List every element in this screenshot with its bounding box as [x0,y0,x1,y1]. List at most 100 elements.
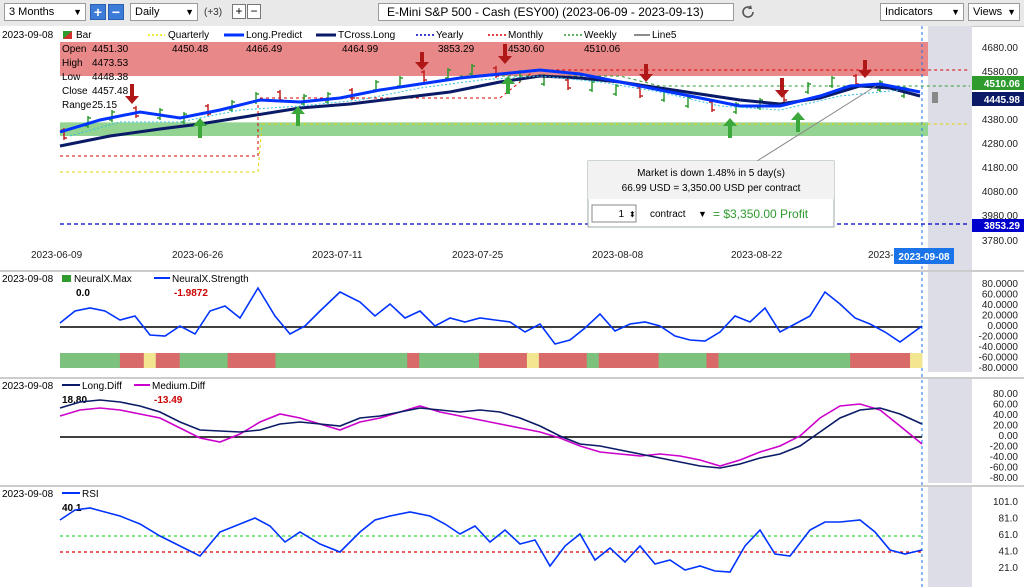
y-tick-label: 4180.00 [982,163,1019,174]
rsi-date: 2023-09-08 [2,489,54,500]
chevron-down-icon: ▼ [1007,7,1016,17]
ohlc-value: 25.15 [92,100,117,111]
contract-qty-value: 1 [618,209,624,220]
legend-label: TCross.Long [338,30,395,41]
toolbar: 3 Months ▼ + − Daily ▼ (+3) + − E-Mini S… [0,0,1024,27]
ohlc-label: Close [62,86,88,97]
period-value: 3 Months [9,6,55,18]
ohlc-value: 4473.53 [92,58,129,69]
y-tick-label: 80.00 [993,389,1018,400]
y-tick-label: 40.0000 [982,300,1019,311]
y-tick-label: -20.00 [990,442,1019,453]
chart-area[interactable]: 4680.004580.004480.004380.004280.004180.… [0,26,1024,587]
legend-label: NeuralX.Max [74,274,132,285]
y-tick-label: -40.00 [990,452,1019,463]
legend-label: NeuralX.Strength [172,274,249,285]
y-tick-label: 101.0 [993,497,1018,508]
legend-value: 4464.99 [342,44,379,55]
y-tick-label: 61.0 [999,530,1019,541]
remove-button[interactable]: − [247,4,261,19]
last-price-tag: 4445.98 [984,95,1021,106]
ohlc-label: Open [62,44,86,55]
price-panel[interactable]: 4680.004580.004480.004380.004280.004180.… [0,26,1024,587]
chevron-down-icon: ▼ [185,7,194,17]
ohlc-label: High [62,58,83,69]
legend-value: 0.0 [76,288,90,299]
y-tick-label: 4380.00 [982,115,1019,126]
chevron-down-icon: ▼ [951,7,960,17]
diff-y-axis: 80.0060.0040.0020.000.00-20.00-40.00-60.… [990,389,1019,484]
tooltip-line1: Market is down 1.48% in 5 day(s) [637,168,785,179]
legend-label: Quarterly [168,30,209,41]
legend-value: 4510.06 [584,44,621,55]
ohlc-value: 4451.30 [92,44,129,55]
spin-icon[interactable]: ⬍ [629,210,636,219]
symbol-title: E-Mini S&P 500 - Cash (ESY00) (2023-06-0… [387,5,704,19]
y-tick-label: -60.00 [990,463,1019,474]
period-select[interactable]: 3 Months ▼ [4,3,86,21]
indicators-label: Indicators [885,6,933,18]
neuralx-date: 2023-09-08 [2,274,54,285]
price-tags: 4510.06 4445.98 3853.29 [972,76,1024,232]
legend-label: Long.Diff [82,381,122,392]
y-tick-label: 21.0 [999,563,1019,574]
x-label: 2023- [868,250,894,261]
diff-date: 2023-09-08 [2,381,54,392]
legend-value: -13.49 [154,395,183,406]
x-label: 2023-06-26 [172,250,224,261]
x-label: 2023-06-09 [31,250,83,261]
current-date-label: 2023-09-08 [898,252,950,263]
forecast-bar [932,92,938,103]
y-tick-label: 4280.00 [982,139,1019,150]
y-tick-label: 0.0000 [987,321,1018,332]
contract-unit: contract [650,209,686,220]
symbol-title-field[interactable]: E-Mini S&P 500 - Cash (ESY00) (2023-06-0… [378,3,734,21]
long-diff-line [59,399,923,469]
y-tick-label: -40.0000 [979,342,1019,353]
legend-label: Monthly [508,30,543,41]
rsi-y-axis: 101.0 81.0 61.0 41.0 21.0 [993,497,1018,574]
rsi-line [59,507,923,573]
chevron-down-icon[interactable]: ▼ [698,209,707,219]
rsi-panel[interactable]: 2023-09-08 RSI 40.1 101.081.061.041.021.… [0,485,1024,587]
neuralx-panel[interactable]: 2023-09-08 NeuralX.Max NeuralX.Strength … [0,270,1024,374]
views-dropdown[interactable]: Views ▼ [968,3,1020,21]
interval-select[interactable]: Daily ▼ [130,3,198,21]
zoom-out-button[interactable]: − [108,4,124,20]
ohlc-value: 4448.38 [92,72,129,83]
y-tick-label: 80.0000 [982,279,1019,290]
ohlc-value: 4457.48 [92,86,129,97]
y-tick-label: -80.0000 [979,363,1019,374]
forecast-region [928,26,972,270]
add-button[interactable]: + [232,4,246,19]
legend-label: Weekly [584,30,617,41]
y-tick-label: 81.0 [999,514,1019,525]
tooltip-line2: 66.99 USD = 3,350.00 USD per contract [622,183,801,194]
legend-value: 4466.49 [246,44,283,55]
legend-label: Long.Predict [246,30,302,41]
legend-label: Medium.Diff [152,381,205,392]
diff-panel[interactable]: 2023-09-08 Long.Diff Medium.Diff 18.80 -… [0,377,1024,484]
interval-value: Daily [135,6,160,18]
y-tick-label: 0.00 [999,431,1019,442]
legend-value: 4450.48 [172,44,209,55]
y-tick-label: 60.00 [993,400,1018,411]
views-label: Views [973,6,1003,18]
legend-value: 3853.29 [438,44,475,55]
zoom-in-button[interactable]: + [90,4,106,20]
y-tick-label: 20.0000 [982,311,1019,322]
legend-value: 4530.60 [508,44,545,55]
weekly-price-tag: 4510.06 [984,79,1021,90]
neuralx-max-blocks [60,353,923,368]
x-label: 2023-07-11 [312,250,363,261]
legend-value: -1.9872 [174,288,208,299]
y-tick-label: 20.00 [993,421,1018,432]
indicators-dropdown[interactable]: Indicators ▼ [880,3,964,21]
y-tick-label: 41.0 [999,547,1019,558]
refresh-icon[interactable] [740,4,756,20]
y-tick-label: -80.00 [990,473,1019,484]
y-tick-label: 60.0000 [982,290,1019,301]
y-tick-label: -20.0000 [979,332,1019,343]
medium-diff-line [59,403,923,467]
x-label: 2023-07-25 [452,250,504,261]
